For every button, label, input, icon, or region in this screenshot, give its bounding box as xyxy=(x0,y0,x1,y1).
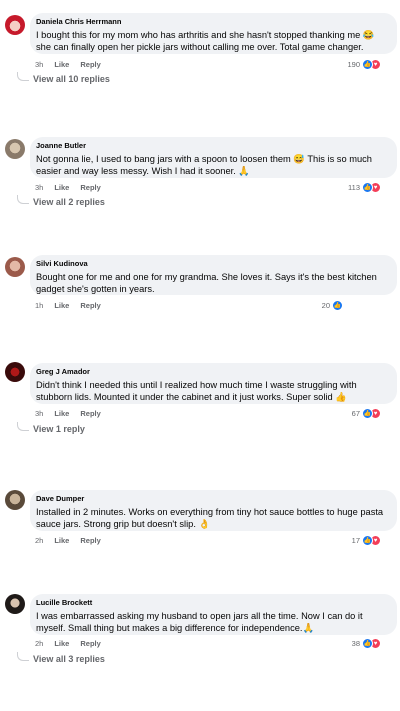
thumbs-up-icon: 👍 xyxy=(362,638,373,649)
view-replies-label: View 1 reply xyxy=(33,424,85,434)
avatar[interactable] xyxy=(5,257,25,277)
reply-button[interactable]: Reply xyxy=(80,536,100,545)
comment-meta: 2h Like Reply xyxy=(35,536,101,545)
reaction-summary[interactable]: 113 👍 ♥ xyxy=(348,182,381,193)
comment-time[interactable]: 3h xyxy=(35,60,43,69)
reply-thread-line xyxy=(17,72,29,81)
reaction-count: 38 xyxy=(351,639,360,648)
comment-author[interactable]: Daniela Chris Herrmann xyxy=(36,17,391,26)
comment-text: Bought one for me and one for my grandma… xyxy=(36,272,377,294)
reaction-summary[interactable]: 17 👍 ♥ xyxy=(352,535,381,546)
thumbs-up-icon: 👍 xyxy=(362,59,373,70)
thumbs-up-icon: 👍 xyxy=(332,300,343,311)
reaction-count: 190 xyxy=(347,60,360,69)
reply-thread-line xyxy=(17,652,29,661)
view-replies-link[interactable]: View all 3 replies xyxy=(17,652,105,664)
comment-text: Not gonna lie, I used to bang jars with … xyxy=(36,154,372,176)
comment-meta: 1h Like Reply xyxy=(35,301,101,310)
comment-meta: 3h Like Reply xyxy=(35,183,101,192)
view-replies-link[interactable]: View all 2 replies xyxy=(17,195,105,207)
comment-bubble: Silvi Kudinova Bought one for me and one… xyxy=(30,255,397,295)
view-replies-label: View all 2 replies xyxy=(33,197,105,207)
comment-author[interactable]: Dave Dumper xyxy=(36,494,391,503)
view-replies-label: View all 3 replies xyxy=(33,654,105,664)
thumbs-up-icon: 👍 xyxy=(362,182,373,193)
comment-bubble: Greg J Amador Didn't think I needed this… xyxy=(30,363,397,404)
comment-author[interactable]: Lucille Brockett xyxy=(36,598,391,607)
comment-time[interactable]: 3h xyxy=(35,409,43,418)
comment-author[interactable]: Joanne Butler xyxy=(36,141,391,150)
like-button[interactable]: Like xyxy=(54,183,69,192)
reply-button[interactable]: Reply xyxy=(80,183,100,192)
comment-meta: 3h Like Reply xyxy=(35,60,101,69)
avatar[interactable] xyxy=(5,594,25,614)
comment-time[interactable]: 1h xyxy=(35,301,43,310)
avatar[interactable] xyxy=(5,362,25,382)
view-replies-link[interactable]: View 1 reply xyxy=(17,422,85,434)
comment-author[interactable]: Greg J Amador xyxy=(36,367,391,376)
comment-bubble: Dave Dumper Installed in 2 minutes. Work… xyxy=(30,490,397,531)
comment-meta: 3h Like Reply xyxy=(35,409,101,418)
thumbs-up-icon: 👍 xyxy=(362,408,373,419)
like-button[interactable]: Like xyxy=(54,536,69,545)
comment-time[interactable]: 2h xyxy=(35,536,43,545)
reaction-summary[interactable]: 38 👍 ♥ xyxy=(352,638,381,649)
comment-time[interactable]: 2h xyxy=(35,639,43,648)
avatar[interactable] xyxy=(5,490,25,510)
comment-author[interactable]: Silvi Kudinova xyxy=(36,259,391,268)
reply-button[interactable]: Reply xyxy=(80,301,100,310)
view-replies-label: View all 10 replies xyxy=(33,74,110,84)
avatar[interactable] xyxy=(5,139,25,159)
comment-text: I was embarrassed asking my husband to o… xyxy=(36,611,363,633)
thumbs-up-icon: 👍 xyxy=(362,535,373,546)
reply-button[interactable]: Reply xyxy=(80,409,100,418)
view-replies-link[interactable]: View all 10 replies xyxy=(17,72,110,84)
like-button[interactable]: Like xyxy=(54,301,69,310)
comment-text: Installed in 2 minutes. Works on everyth… xyxy=(36,507,384,529)
comment-text: Didn't think I needed this until I reali… xyxy=(36,380,357,402)
avatar[interactable] xyxy=(5,15,25,35)
like-button[interactable]: Like xyxy=(54,409,69,418)
comment-meta: 2h Like Reply xyxy=(35,639,101,648)
reaction-summary[interactable]: 190 👍 ♥ xyxy=(347,59,381,70)
comment-text: I bought this for my mom who has arthrit… xyxy=(36,30,375,52)
comment-bubble: Daniela Chris Herrmann I bought this for… xyxy=(30,13,397,54)
like-button[interactable]: Like xyxy=(54,639,69,648)
like-button[interactable]: Like xyxy=(54,60,69,69)
reaction-summary[interactable]: 67 👍 ♥ xyxy=(352,408,381,419)
reply-thread-line xyxy=(17,422,29,431)
reply-thread-line xyxy=(17,195,29,204)
reaction-count: 113 xyxy=(348,183,360,192)
comment-bubble: Joanne Butler Not gonna lie, I used to b… xyxy=(30,137,397,178)
reply-button[interactable]: Reply xyxy=(80,60,100,69)
reply-button[interactable]: Reply xyxy=(80,639,100,648)
comment-bubble: Lucille Brockett I was embarrassed askin… xyxy=(30,594,397,635)
comment-time[interactable]: 3h xyxy=(35,183,43,192)
reaction-count: 20 xyxy=(321,301,330,310)
reaction-count: 67 xyxy=(351,409,360,418)
reaction-count: 17 xyxy=(351,536,360,545)
reaction-summary[interactable]: 20 👍 xyxy=(322,300,343,311)
